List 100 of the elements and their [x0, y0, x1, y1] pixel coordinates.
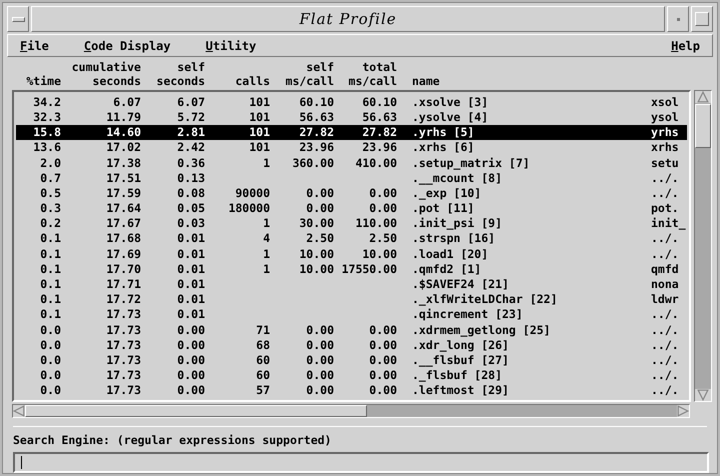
table-cell-text: .yrhs [5]	[411, 125, 476, 140]
table-cell-text: 0.00	[305, 338, 334, 353]
table-cell-text: 17.51	[105, 170, 141, 186]
table-cell-text: .setup_matrix [7]	[411, 156, 531, 171]
table-cell-text: 0.0	[39, 352, 61, 368]
table-cell-text: 0.01	[176, 246, 205, 262]
table-cell-text: 101	[248, 110, 270, 126]
table-cell-text: 17.73	[105, 352, 141, 368]
table-cell-text: 101	[248, 140, 270, 156]
table-cell-text: ../.	[651, 246, 680, 262]
table-cell-text: 0.01	[176, 262, 205, 278]
table-cell-text: .qincrement [23]	[411, 307, 524, 323]
table-cell-text: 71	[255, 322, 270, 338]
table-cell-text: 2.50	[305, 231, 334, 247]
menu-item[interactable]: File	[20, 38, 49, 53]
table-cell-text: 0.00	[305, 322, 334, 338]
table-cell-text: 4	[262, 231, 270, 247]
column-header: seconds	[92, 74, 141, 88]
column-header: total	[362, 60, 397, 74]
table-cell-text: .qmfd2 [1]	[411, 262, 482, 278]
column-header: ms/call	[286, 74, 334, 88]
table-cell-text: 17.73	[105, 338, 141, 353]
table-cell-text: .pot [11]	[411, 201, 476, 216]
table-cell-text: nona	[651, 277, 680, 292]
table-cell-text: 17.70	[105, 262, 141, 278]
table-cell-text: 0.7	[39, 170, 61, 186]
search-field[interactable]	[13, 452, 709, 473]
table-cell-text: 0.00	[305, 383, 334, 399]
table-cell-text: ../.	[651, 383, 680, 399]
table-cell-text: 56.63	[298, 110, 334, 126]
table-cell-text: .__mcount [8]	[411, 170, 504, 186]
table-cell-text: 1	[262, 246, 270, 262]
table-cell-text: 0.01	[176, 277, 205, 292]
table-cell-text: 17.71	[105, 277, 141, 292]
scroll-thumb[interactable]	[695, 104, 711, 148]
scroll-thumb[interactable]	[25, 404, 367, 417]
column-header: self	[177, 60, 205, 74]
window-menu-button[interactable]	[7, 6, 29, 32]
scroll-up-icon[interactable]	[695, 90, 711, 103]
table-cell-text: xsol	[651, 94, 680, 110]
column-header: calls	[235, 74, 270, 88]
table-cell-text: 0.1	[39, 277, 61, 292]
table-cell-text: .__flsbuf [27]	[411, 352, 510, 368]
table-cell-text: 13.6	[32, 140, 61, 156]
table-cell-text: 0.00	[305, 186, 334, 202]
table-cell-text: 60	[255, 352, 270, 368]
table-cell-text: 0.00	[305, 368, 334, 384]
table-cell-text: 60	[255, 368, 270, 384]
maximize-button[interactable]	[691, 6, 713, 32]
table-cell-text: 0.01	[176, 307, 205, 323]
table-cell-text: 2.0	[39, 156, 61, 171]
table-cell-text: ._flsbuf [28]	[411, 368, 504, 384]
scroll-right-icon[interactable]	[677, 404, 689, 417]
menu-item[interactable]: Help	[671, 38, 700, 53]
table-cell-text: xrhs	[651, 140, 680, 156]
minimize-button[interactable]	[667, 6, 689, 32]
table-cell-text: 34.2	[32, 94, 61, 110]
table-cell-text: 90000	[234, 186, 270, 202]
table-cell-text: 0.1	[39, 231, 61, 247]
table-cell-text: 17550.00	[340, 262, 397, 278]
table-cell-text: yrhs	[651, 125, 680, 140]
table-cell-text: 0.3	[39, 201, 61, 216]
table-cell-text: 0.1	[39, 292, 61, 308]
table-cell-text: 0.1	[39, 307, 61, 323]
table-cell-text: 17.69	[105, 246, 141, 262]
table-cell-text: 17.73	[105, 307, 141, 323]
menu-item[interactable]: Code Display	[84, 38, 171, 53]
table-cell-text: 0.0	[39, 338, 61, 353]
table-cell-text: 0.05	[176, 201, 205, 216]
table-cell-text: 110.00	[354, 216, 397, 232]
column-header: cumulative	[72, 60, 141, 74]
table-cell-text: 0.1	[39, 246, 61, 262]
table-cell-text: 180000	[227, 201, 270, 216]
table-cell-text: 17.64	[105, 201, 141, 216]
scroll-left-icon[interactable]	[13, 404, 25, 417]
column-header: name	[412, 74, 441, 88]
table-cell-text: 0.00	[176, 352, 205, 368]
table-cell-text: 57	[255, 383, 270, 399]
table-cell-text: 0.00	[305, 201, 334, 216]
horizontal-scrollbar[interactable]	[12, 404, 690, 418]
table-cell-text: 60.10	[298, 94, 334, 110]
table-cell-text: 15.8	[32, 125, 61, 140]
table-cell-text: 0.2	[39, 216, 61, 232]
table-cell-text: 0.01	[176, 292, 205, 308]
table-cell-text: 0.0	[39, 322, 61, 338]
selected-row[interactable]: 15.8 14.60 2.81 101 27.82 27.82 .yrhs [5] yrhs	[16, 125, 687, 140]
table-cell-text: ldwr	[651, 292, 680, 308]
table-cell-text: 17.38	[105, 156, 141, 171]
column-header: %time	[26, 74, 61, 88]
table-cell-text: 0.08	[176, 186, 205, 202]
menu-item[interactable]: Utility	[206, 38, 256, 53]
table-cell-text: 0.00	[305, 352, 334, 368]
vertical-scrollbar[interactable]	[694, 90, 712, 402]
table-cell-text: .load1 [20]	[411, 246, 490, 262]
table-cell-text: 17.73	[105, 383, 141, 399]
window-title: Flat Profile	[31, 6, 665, 32]
table-cell-text: .xdrmem_getlong [25]	[411, 322, 552, 338]
table-cell-text: 14.60	[105, 125, 141, 140]
table-cell-text: 101	[248, 94, 270, 110]
table-cell-text: 10.00	[298, 246, 334, 262]
